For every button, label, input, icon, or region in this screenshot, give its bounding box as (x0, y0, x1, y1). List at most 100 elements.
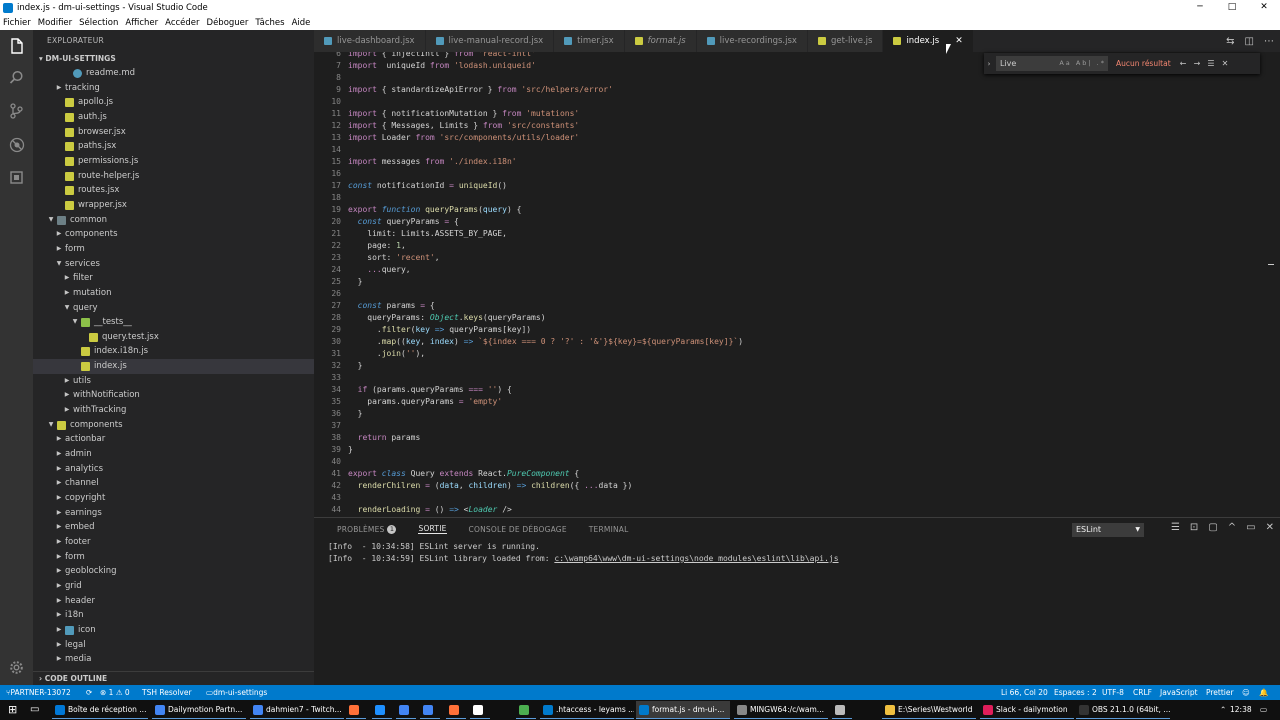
taskbar-app[interactable]: Dailymotion Partn... (152, 701, 246, 719)
minimize-button[interactable]: ─ (1184, 0, 1216, 15)
menu-modifier[interactable]: Modifier (38, 18, 72, 28)
editor-tab[interactable]: timer.jsx (554, 30, 625, 52)
find-in-selection-icon[interactable]: ☰ (1204, 59, 1218, 68)
taskbar-app[interactable]: dahmien7 - Twitch... (250, 701, 344, 719)
tree-item[interactable]: index.js (33, 359, 314, 374)
compare-icon[interactable]: ⇆ (1226, 36, 1234, 47)
tree-item[interactable]: index.i18n.js (33, 344, 314, 359)
editor-tab[interactable]: get-live.js (807, 30, 884, 52)
notifications-bell-icon[interactable]: 🔔 (1259, 685, 1268, 700)
taskbar-app[interactable] (832, 701, 852, 719)
toggle-replace-chevron-icon[interactable]: › (984, 60, 994, 68)
tree-item[interactable]: ▼ query (33, 301, 314, 316)
find-input[interactable]: Live Aa Ab| .* (996, 56, 1108, 71)
problems-status[interactable]: ⊗ 1 ⚠ 0 (100, 685, 130, 700)
tree-item[interactable]: ▶ footer (33, 535, 314, 550)
editor-tab[interactable]: live-recordings.jsx (696, 30, 808, 52)
tree-item[interactable]: ▶ components (33, 227, 314, 242)
tree-item[interactable]: ▶ filter (33, 271, 314, 286)
eol-status[interactable]: CRLF (1133, 685, 1152, 700)
git-branch-status[interactable]: ⑂ PARTNER-13072 (6, 685, 71, 700)
tree-item[interactable]: ▶ header (33, 594, 314, 609)
taskbar-app[interactable]: E:\Series\Westworld (882, 701, 976, 719)
debug-icon[interactable] (8, 137, 25, 154)
tree-item[interactable]: ▶ media (33, 652, 314, 667)
output-channel-select[interactable]: ESLint ▼ (1072, 523, 1144, 537)
code-outline-header[interactable]: › CODE OUTLINE (33, 671, 314, 685)
menu-taches[interactable]: Tâches (255, 18, 284, 28)
taskbar-app[interactable]: OBS 21.1.0 (64bit, ... (1076, 701, 1170, 719)
action-center-icon[interactable]: ▭ (1260, 700, 1267, 720)
menu-acceder[interactable]: Accéder (165, 18, 199, 28)
toggle-panel-icon[interactable]: ▭ (1246, 522, 1255, 533)
workspace-folder-status[interactable]: ▭ dm-ui-settings (206, 685, 267, 700)
tree-item[interactable]: ▶ embed (33, 520, 314, 535)
editor-tab[interactable]: live-dashboard.jsx (314, 30, 426, 52)
taskbar-app[interactable]: .htaccess - leyams ... (540, 701, 634, 719)
tree-item[interactable]: ▶ mutation (33, 286, 314, 301)
settings-gear-icon[interactable] (8, 660, 25, 677)
maximize-panel-icon[interactable]: ^ (1228, 522, 1236, 533)
tree-item[interactable]: ▶ icon (33, 623, 314, 638)
sync-icon[interactable]: ⟳ (86, 685, 92, 700)
tree-item[interactable]: ▶ tracking (33, 81, 314, 96)
search-icon[interactable] (8, 70, 25, 87)
find-options[interactable]: Aa Ab| .* (1059, 56, 1106, 71)
taskbar-app[interactable] (446, 701, 466, 719)
output-file-link[interactable]: c:\wamp64\www\dm-ui-settings\node_module… (554, 554, 838, 563)
extensions-icon[interactable] (8, 170, 25, 187)
editor-tab[interactable]: live-manual-record.jsx (425, 30, 555, 52)
windows-start-icon[interactable]: ⊞ (8, 700, 17, 720)
encoding-status[interactable]: UTF-8 (1102, 685, 1124, 700)
menu-afficher[interactable]: Afficher (125, 18, 158, 28)
tree-item[interactable]: ▼ services (33, 257, 314, 272)
tree-item[interactable]: ▼ components (33, 418, 314, 433)
tree-item[interactable]: ▶ legal (33, 638, 314, 653)
tree-item[interactable]: ▶ withTracking (33, 403, 314, 418)
source-control-icon[interactable] (8, 103, 25, 120)
code-editor[interactable]: 6 import { injectIntl } from 'react-intl'… (314, 52, 1280, 517)
tree-item[interactable]: ▼ __tests__ (33, 315, 314, 330)
tree-item[interactable]: ▶ utils (33, 374, 314, 389)
tree-item[interactable]: paths.jsx (33, 139, 314, 154)
taskbar-app[interactable] (396, 701, 416, 719)
taskbar-app[interactable]: Slack - dailymotion (980, 701, 1074, 719)
scrollbar-marker[interactable] (1268, 264, 1274, 265)
tree-item[interactable]: ▶ withNotification (33, 388, 314, 403)
tree-item[interactable]: ▶ form (33, 550, 314, 565)
tree-item[interactable]: ▶ actionbar (33, 432, 314, 447)
tree-item[interactable]: ▶ earnings (33, 506, 314, 521)
tree-item[interactable]: ▶ geoblocking (33, 564, 314, 579)
feedback-smiley-icon[interactable]: ☺ (1242, 685, 1250, 700)
close-find-icon[interactable]: ✕ (1218, 59, 1232, 68)
panel-layout-icon[interactable]: ▢ (1208, 522, 1217, 533)
tree-item[interactable]: ▶ grid (33, 579, 314, 594)
indentation-status[interactable]: Espaces : 2 (1054, 685, 1097, 700)
tree-item[interactable]: ▶ channel (33, 476, 314, 491)
taskbar-app[interactable] (516, 701, 536, 719)
lock-scroll-icon[interactable]: ⊡ (1190, 522, 1198, 533)
tree-item[interactable]: apollo.js (33, 95, 314, 110)
tree-item[interactable]: readme.md (33, 66, 314, 81)
taskbar-app[interactable] (372, 701, 392, 719)
menu-aide[interactable]: Aide (292, 18, 311, 28)
editor-tab[interactable]: format.js (624, 30, 697, 52)
tsh-resolver-status[interactable]: TSH Resolver (142, 685, 192, 700)
taskbar-app[interactable] (346, 701, 366, 719)
tray-icons[interactable]: ⌃ (1220, 700, 1226, 720)
tree-item[interactable]: browser.jsx (33, 125, 314, 140)
tree-item[interactable]: auth.js (33, 110, 314, 125)
menu-fichier[interactable]: Fichier (3, 18, 31, 28)
prettier-status[interactable]: Prettier (1206, 685, 1234, 700)
tree-item[interactable]: query.test.jsx (33, 330, 314, 345)
tree-item[interactable]: ▶ i18n (33, 608, 314, 623)
explorer-icon[interactable] (8, 38, 25, 55)
tree-item[interactable]: permissions.js (33, 154, 314, 169)
split-editor-icon[interactable]: ◫ (1245, 36, 1254, 47)
close-window-button[interactable]: ✕ (1248, 0, 1280, 15)
next-match-icon[interactable]: → (1190, 59, 1204, 68)
close-panel-icon[interactable]: ✕ (1266, 522, 1274, 533)
cursor-position[interactable]: Li 66, Col 20 (1001, 685, 1048, 700)
editor-tab[interactable]: index.js ✕ (883, 30, 974, 52)
tree-item[interactable]: ▶ form (33, 242, 314, 257)
